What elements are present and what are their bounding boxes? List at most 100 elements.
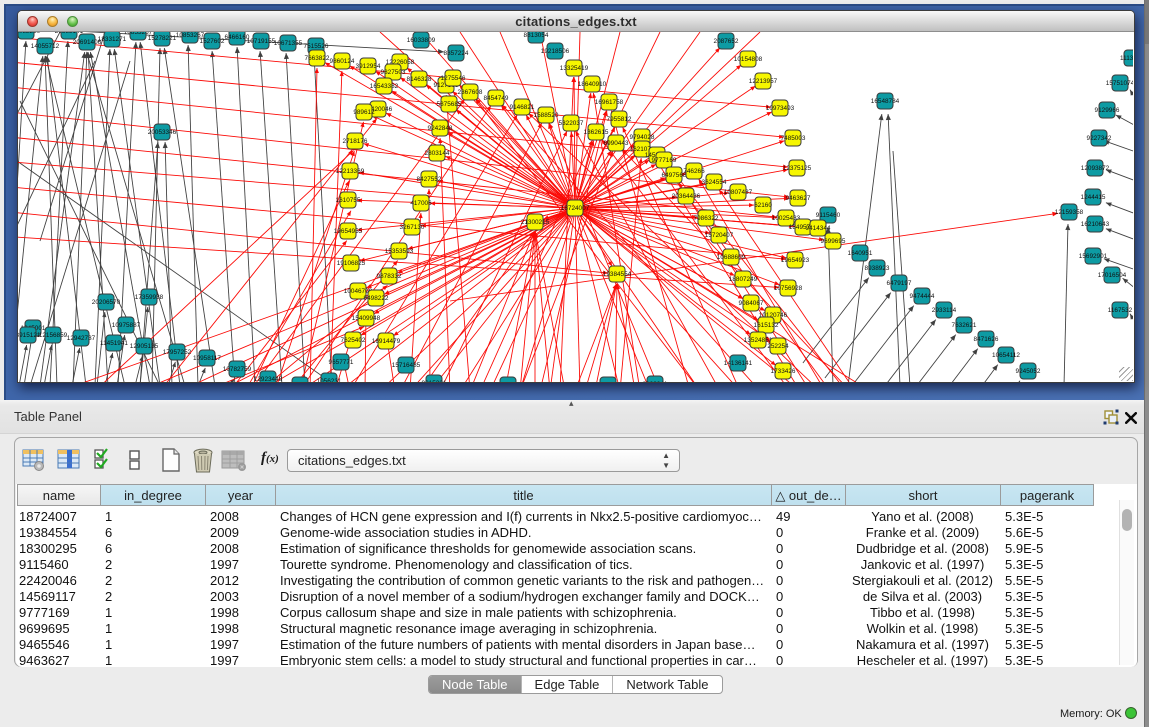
- svg-text:5322037: 5322037: [559, 120, 584, 127]
- svg-text:12156859: 12156859: [39, 332, 68, 339]
- svg-text:8146328: 8146328: [407, 76, 432, 83]
- svg-text:10973493: 10973493: [766, 105, 795, 112]
- svg-text:417006: 417006: [410, 200, 432, 207]
- svg-text:9084067: 9084067: [739, 300, 764, 307]
- svg-text:9146821: 9146821: [510, 104, 535, 111]
- svg-text:12942737: 12942737: [67, 335, 96, 342]
- svg-text:7515526: 7515526: [304, 43, 329, 50]
- svg-text:16914479: 16914479: [372, 338, 401, 345]
- svg-text:9474444: 9474444: [910, 293, 935, 300]
- svg-text:2367608: 2367608: [458, 89, 483, 96]
- svg-text:2718176: 2718176: [343, 138, 368, 145]
- svg-text:10975887: 10975887: [112, 322, 141, 329]
- svg-text:9498222: 9498222: [364, 295, 389, 302]
- svg-text:18724007: 18724007: [561, 205, 590, 212]
- svg-text:7955812: 7955812: [607, 116, 632, 123]
- svg-text:3624554: 3624554: [702, 179, 727, 186]
- svg-text:2803144: 2803144: [425, 150, 450, 157]
- svg-text:19654955: 19654955: [334, 228, 363, 235]
- svg-text:8938923: 8938923: [865, 265, 890, 272]
- svg-text:7485003: 7485003: [781, 135, 806, 142]
- svg-text:15409948: 15409948: [352, 315, 381, 322]
- svg-text:11451941: 11451941: [100, 340, 128, 347]
- svg-text:9245052: 9245052: [1016, 368, 1041, 375]
- svg-text:15716485: 15716485: [392, 362, 421, 369]
- svg-text:8123341: 8123341: [643, 381, 668, 382]
- svg-text:17359938: 17359938: [135, 294, 164, 301]
- svg-text:10782759: 10782759: [223, 366, 252, 373]
- svg-text:20364436: 20364436: [672, 193, 701, 200]
- svg-text:8990443: 8990443: [604, 140, 629, 147]
- svg-text:3915121: 3915121: [18, 332, 41, 339]
- svg-text:14136141: 14136141: [724, 360, 753, 367]
- svg-text:252254: 252254: [767, 343, 789, 350]
- svg-text:9115460: 9115460: [816, 212, 841, 219]
- svg-text:1362615: 1362615: [584, 129, 609, 136]
- svg-text:9878332: 9878332: [377, 273, 402, 280]
- svg-text:12923448: 12923448: [254, 376, 283, 382]
- svg-text:9414344: 9414344: [806, 225, 831, 232]
- svg-text:15353593: 15353593: [385, 248, 414, 255]
- svg-text:15278221: 15278221: [148, 35, 177, 42]
- svg-text:989612: 989612: [353, 109, 375, 116]
- svg-text:9129966: 9129966: [1095, 107, 1120, 114]
- svg-text:9827503: 9827503: [381, 69, 406, 76]
- svg-text:2933114: 2933114: [932, 307, 957, 314]
- svg-text:1588520: 1588520: [534, 112, 559, 119]
- svg-text:8454749: 8454749: [484, 95, 509, 102]
- svg-text:1615132: 1615132: [754, 322, 779, 329]
- svg-text:7625402: 7625402: [341, 337, 366, 344]
- svg-text:15720407: 15720407: [705, 232, 734, 239]
- svg-text:12159358: 12159358: [1055, 209, 1084, 216]
- svg-text:15751074: 15751074: [1106, 80, 1133, 87]
- svg-text:19654923: 19654923: [781, 257, 810, 264]
- svg-text:18807249: 18807249: [729, 276, 758, 283]
- svg-text:12375125: 12375125: [783, 165, 812, 172]
- svg-text:3912954: 3912954: [356, 63, 381, 70]
- svg-text:14055712: 14055712: [31, 43, 60, 50]
- svg-text:746266: 746266: [683, 168, 705, 175]
- svg-text:8427552: 8427552: [417, 176, 442, 183]
- svg-text:3267130: 3267130: [400, 224, 425, 231]
- svg-text:1733426: 1733426: [771, 368, 796, 375]
- svg-text:9242848: 9242848: [428, 125, 453, 132]
- svg-text:18331271: 18331271: [98, 36, 127, 43]
- svg-text:62160: 62160: [754, 202, 772, 209]
- svg-text:1056231: 1056231: [317, 378, 342, 382]
- svg-text:8813054: 8813054: [524, 32, 549, 39]
- svg-text:10958117: 10958117: [193, 355, 221, 362]
- svg-text:9657771: 9657771: [329, 359, 354, 366]
- svg-text:21032250: 21032250: [18, 32, 41, 35]
- svg-text:1113254: 1113254: [1120, 55, 1133, 62]
- svg-text:16210643: 16210643: [1081, 221, 1110, 228]
- svg-text:10688609: 10688609: [717, 254, 746, 261]
- svg-text:10671355: 10671355: [274, 40, 303, 47]
- svg-text:6479197: 6479197: [887, 280, 912, 287]
- svg-text:17957252: 17957252: [163, 349, 192, 356]
- svg-text:1640951: 1640951: [848, 250, 873, 257]
- svg-text:9227342: 9227342: [1087, 135, 1112, 142]
- svg-text:12905135: 12905135: [130, 343, 159, 350]
- svg-text:18640910: 18640910: [578, 81, 607, 88]
- svg-text:5875685: 5875685: [437, 101, 462, 108]
- svg-text:10807487: 10807487: [724, 189, 753, 196]
- svg-text:19218506: 19218506: [541, 48, 570, 55]
- svg-text:9463627: 9463627: [786, 195, 811, 202]
- svg-text:9699695: 9699695: [821, 238, 846, 245]
- svg-text:1275546: 1275546: [441, 75, 466, 82]
- svg-text:19384554: 19384554: [603, 271, 632, 278]
- svg-text:10154808: 10154808: [734, 56, 763, 63]
- svg-text:20053346: 20053346: [148, 129, 177, 136]
- svg-text:8357224: 8357224: [444, 50, 469, 57]
- svg-text:19106825: 19106825: [337, 260, 366, 267]
- svg-text:12213957: 12213957: [749, 78, 778, 85]
- svg-text:20206570: 20206570: [92, 299, 121, 306]
- svg-text:10654112: 10654112: [992, 352, 1020, 359]
- svg-text:16543382: 16543382: [370, 83, 399, 90]
- svg-text:12213369: 12213369: [336, 168, 365, 175]
- svg-text:16961758: 16961758: [595, 99, 624, 106]
- svg-text:1527602: 1527602: [200, 38, 225, 45]
- svg-text:21300215: 21300215: [521, 219, 550, 226]
- svg-text:16548784: 16548784: [871, 98, 900, 105]
- svg-text:9777169: 9777169: [652, 157, 677, 164]
